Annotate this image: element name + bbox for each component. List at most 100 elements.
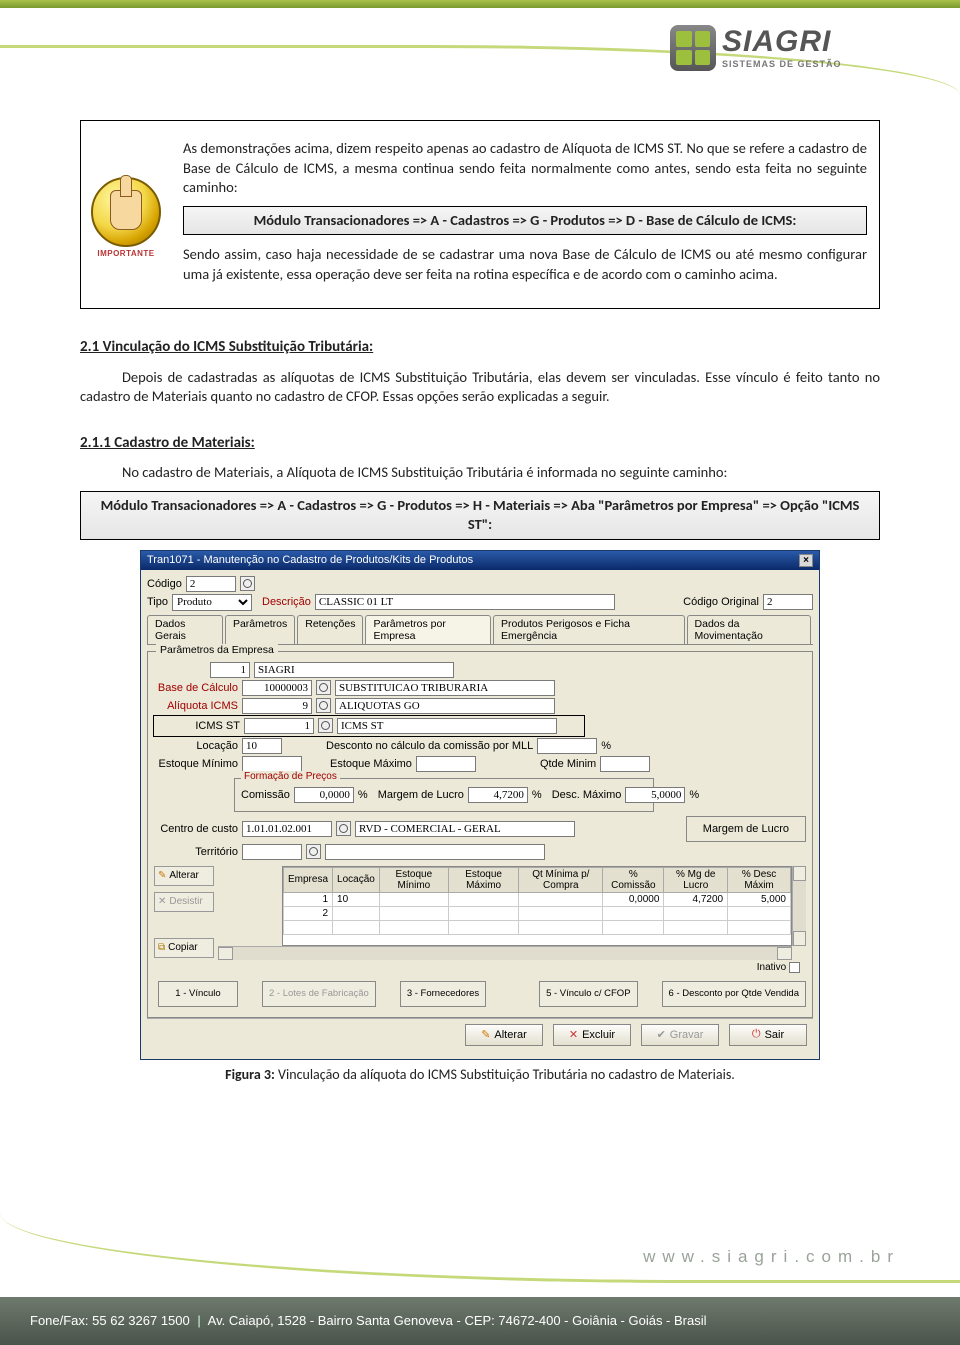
table-row[interactable] bbox=[284, 920, 791, 934]
input-base-calculo[interactable] bbox=[242, 680, 312, 696]
label-territorio: Território bbox=[154, 846, 238, 858]
label-descricao: Descrição bbox=[262, 596, 311, 608]
tab-dados-gerais[interactable]: Dados Gerais bbox=[147, 615, 223, 644]
input-centro-custo[interactable] bbox=[242, 821, 332, 837]
callout-p2: Sendo assim, caso haja necessidade de se… bbox=[183, 245, 867, 284]
label-estoque-max: Estoque Máximo bbox=[330, 758, 412, 770]
input-desc-max[interactable] bbox=[625, 787, 685, 803]
important-ribbon: IMPORTANTE bbox=[87, 249, 165, 258]
input-centro-custo-desc[interactable] bbox=[355, 821, 575, 837]
label-percent: % bbox=[358, 789, 368, 801]
input-locacao[interactable] bbox=[242, 738, 282, 754]
edit-icon: ✎ bbox=[481, 1028, 490, 1041]
input-comissao[interactable] bbox=[294, 787, 354, 803]
logo-mark-icon bbox=[670, 25, 716, 71]
figure-3-caption: Figura 3: Vinculação da alíquota do ICMS… bbox=[80, 1066, 880, 1085]
input-estoque-min[interactable] bbox=[242, 756, 302, 772]
callout-p1: As demonstrações acima, dizem respeito a… bbox=[183, 139, 867, 198]
footer-url: www.siagri.com.br bbox=[643, 1248, 900, 1265]
bottom-button-lotes: 2 - Lotes de Fabricação bbox=[262, 981, 376, 1007]
label-desc-comissao: Desconto no cálculo da comissão por MLL bbox=[326, 740, 533, 752]
window-title: Tran1071 - Manutenção no Cadastro de Pro… bbox=[147, 554, 473, 566]
input-aliquota-icms[interactable] bbox=[242, 698, 312, 714]
section-2-1-1-p: No cadastro de Materiais, a Alíquota de … bbox=[80, 463, 880, 483]
bottom-button-vinculo[interactable]: 1 - Vínculo bbox=[158, 981, 238, 1007]
input-estoque-max[interactable] bbox=[416, 756, 476, 772]
checkbox-inativo[interactable] bbox=[789, 962, 800, 973]
action-button-alterar[interactable]: ✎Alterar bbox=[465, 1024, 543, 1046]
tab-retencoes[interactable]: Retenções bbox=[297, 615, 363, 644]
section-2-1-p: Depois de cadastradas as alíquotas de IC… bbox=[80, 368, 880, 407]
tabs: Dados Gerais Parâmetros Retenções Parâme… bbox=[147, 615, 813, 645]
search-icon[interactable] bbox=[240, 576, 255, 591]
label-base-calculo: Base de Cálculo bbox=[154, 682, 238, 694]
action-button-sair[interactable]: ⏻Sair bbox=[729, 1024, 807, 1046]
input-qtde-min[interactable] bbox=[600, 756, 650, 772]
input-codigo-original[interactable] bbox=[763, 594, 813, 610]
nav-path-2: Módulo Transacionadores => A - Cadastros… bbox=[80, 491, 880, 540]
nav-path-1: Módulo Transacionadores => A - Cadastros… bbox=[183, 206, 867, 236]
search-icon[interactable] bbox=[336, 821, 351, 836]
logo: SIAGRI SISTEMAS DE GESTÃO bbox=[670, 18, 900, 78]
action-button-excluir[interactable]: ✕Excluir bbox=[553, 1024, 631, 1046]
input-margem-lucro[interactable] bbox=[468, 787, 528, 803]
footer-address: Av. Caiapó, 1528 - Bairro Santa Genoveva… bbox=[208, 1313, 707, 1328]
close-icon[interactable]: × bbox=[799, 554, 813, 567]
tab-parametros[interactable]: Parâmetros bbox=[225, 615, 295, 644]
tab-dados-movimentacao[interactable]: Dados da Movimentação bbox=[687, 615, 811, 644]
label-codigo: Código bbox=[147, 578, 182, 590]
input-desc-comissao[interactable] bbox=[537, 738, 597, 754]
search-icon[interactable] bbox=[318, 718, 333, 733]
fieldset-formacao-legend: Formação de Preços bbox=[241, 771, 340, 782]
search-icon[interactable] bbox=[306, 844, 321, 859]
tab-produtos-perigosos[interactable]: Produtos Perigosos e Ficha Emergência bbox=[493, 615, 685, 644]
horizontal-scrollbar[interactable] bbox=[218, 946, 792, 960]
table-header-row: EmpresaLocação Estoque MínimoEstoque Máx… bbox=[284, 867, 791, 892]
pointing-hand-icon bbox=[110, 190, 142, 230]
logo-name: SIAGRI bbox=[722, 27, 842, 57]
table-row[interactable]: 1 10 0,0000 4,7200 5,000 bbox=[284, 892, 791, 906]
label-aliquota-icms: Alíquota ICMS bbox=[154, 700, 238, 712]
input-descricao[interactable] bbox=[315, 594, 615, 610]
input-aliquota-icms-desc[interactable] bbox=[335, 698, 555, 714]
label-percent: % bbox=[601, 740, 611, 752]
input-empresa-nome[interactable] bbox=[254, 662, 454, 678]
important-badge: IMPORTANTE bbox=[87, 177, 165, 277]
table-row[interactable]: 2 bbox=[284, 906, 791, 920]
input-codigo[interactable] bbox=[186, 576, 236, 592]
label-comissao: Comissão bbox=[241, 789, 290, 801]
label-centro-custo: Centro de custo bbox=[154, 823, 238, 835]
action-button-gravar: ✔Gravar bbox=[641, 1024, 719, 1046]
footer-fone-label: Fone/Fax: bbox=[30, 1313, 92, 1328]
fieldset-legend: Parâmetros da Empresa bbox=[156, 644, 278, 656]
fieldset-formacao-precos: Formação de Preços Comissão % Margem de … bbox=[234, 778, 654, 812]
label-locacao: Locação bbox=[154, 740, 238, 752]
window-titlebar: Tran1071 - Manutenção no Cadastro de Pro… bbox=[141, 551, 819, 570]
label-margem-lucro: Margem de Lucro bbox=[378, 789, 464, 801]
input-icms-st-desc[interactable] bbox=[337, 718, 557, 734]
label-codigo-original: Código Original bbox=[683, 596, 759, 608]
label-percent: % bbox=[532, 789, 542, 801]
input-base-calculo-desc[interactable] bbox=[335, 680, 555, 696]
bottom-button-vinculo-cfop[interactable]: 5 - Vínculo c/ CFOP bbox=[539, 981, 637, 1007]
important-callout: IMPORTANTE As demonstrações acima, dizem… bbox=[80, 120, 880, 309]
bottom-button-fornecedores[interactable]: 3 - Fornecedores bbox=[400, 981, 486, 1007]
search-icon[interactable] bbox=[316, 680, 331, 695]
bottom-button-desconto-qtde[interactable]: 6 - Desconto por Qtde Vendida bbox=[662, 981, 806, 1007]
label-icms-st: ICMS ST bbox=[156, 720, 240, 732]
tab-parametros-empresa[interactable]: Parâmetros por Empresa bbox=[365, 615, 491, 644]
empresa-grid[interactable]: EmpresaLocação Estoque MínimoEstoque Máx… bbox=[282, 866, 792, 946]
search-icon[interactable] bbox=[316, 698, 331, 713]
label-tipo: Tipo bbox=[147, 596, 168, 608]
input-territorio-desc[interactable] bbox=[325, 844, 545, 860]
select-tipo[interactable]: Produto bbox=[172, 594, 252, 611]
logo-tagline: SISTEMAS DE GESTÃO bbox=[722, 60, 842, 69]
input-icms-st[interactable] bbox=[244, 718, 314, 734]
label-estoque-min: Estoque Mínimo bbox=[154, 758, 238, 770]
action-bar: ✎Alterar ✕Excluir ✔Gravar ⏻Sair bbox=[147, 1018, 813, 1051]
input-empresa-num[interactable] bbox=[210, 662, 250, 678]
section-2-1-1-title: 2.1.1 Cadastro de Materiais: bbox=[80, 433, 880, 453]
save-icon: ✔ bbox=[657, 1028, 666, 1041]
input-territorio[interactable] bbox=[242, 844, 302, 860]
vertical-scrollbar[interactable] bbox=[792, 866, 806, 946]
